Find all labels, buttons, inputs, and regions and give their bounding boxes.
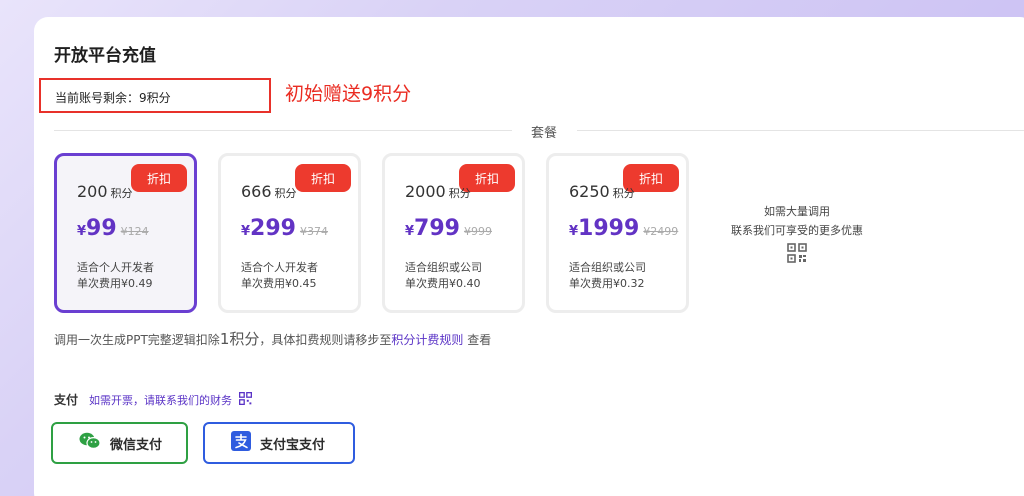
alipay-button[interactable]: 支付宝支付 xyxy=(203,422,355,464)
alipay-label: 支付宝支付 xyxy=(260,437,326,453)
plan-card-2000[interactable]: 折扣 2000 积分 ¥799 ¥999 适合组织或公司 单次费用¥0.40 xyxy=(382,153,525,313)
original-price: ¥374 xyxy=(299,225,328,238)
plan-credits: 666 积分 xyxy=(241,182,297,201)
payment-label: 支付 xyxy=(54,393,79,407)
plan-price: ¥99 ¥124 xyxy=(77,216,149,241)
plan-description: 适合个人开发者 单次费用¥0.45 xyxy=(241,261,318,290)
divider-right xyxy=(577,130,1024,131)
plan-price: ¥1999 ¥2499 xyxy=(569,216,679,241)
original-price: ¥124 xyxy=(120,225,149,238)
plan-credits: 6250 积分 xyxy=(569,182,635,201)
section-label-packages: 套餐 xyxy=(531,126,558,141)
wechat-pay-button[interactable]: 微信支付 xyxy=(51,422,188,464)
discount-badge: 折扣 xyxy=(295,164,351,192)
plan-price: ¥799 ¥999 xyxy=(405,216,492,241)
qr-code-icon[interactable] xyxy=(787,243,807,269)
plan-credits: 2000 积分 xyxy=(405,182,471,201)
remaining-credits-highlight: 当前账号剩余：9积分 xyxy=(39,78,271,113)
invoice-note[interactable]: 如需开票，请联系我们的财务 xyxy=(89,392,252,408)
plan-description: 适合组织或公司 单次费用¥0.32 xyxy=(569,261,646,290)
divider-left xyxy=(54,130,512,131)
bulk-line-2: 联系我们可享受的更多优惠 xyxy=(731,224,863,237)
billing-rule-link[interactable]: 积分计费规则 xyxy=(391,333,463,347)
page-title: 开放平台充值 xyxy=(54,46,156,66)
remaining-credits-label: 当前账号剩余：9积分 xyxy=(55,91,171,105)
recharge-panel: 开放平台充值 当前账号剩余：9积分 初始赠送9积分 套餐 折扣 200 积分 ¥9… xyxy=(34,17,1024,496)
bulk-contact: 如需大量调用 联系我们可享受的更多优惠 xyxy=(712,202,882,269)
plan-price: ¥299 ¥374 xyxy=(241,216,328,241)
original-price: ¥2499 xyxy=(643,225,679,238)
qr-code-icon[interactable] xyxy=(239,392,252,408)
billing-rule-text: 调用一次生成PPT完整逻辑扣除1积分，具体扣费规则请移步至积分计费规则 查看 xyxy=(54,330,492,348)
discount-badge: 折扣 xyxy=(131,164,187,192)
plan-credits: 200 积分 xyxy=(77,182,133,201)
gift-note-annotation: 初始赠送9积分 xyxy=(285,83,412,105)
plan-description: 适合组织或公司 单次费用¥0.40 xyxy=(405,261,482,290)
wechat-pay-label: 微信支付 xyxy=(110,437,163,453)
plan-card-6250[interactable]: 折扣 6250 积分 ¥1999 ¥2499 适合组织或公司 单次费用¥0.32 xyxy=(546,153,689,313)
original-price: ¥999 xyxy=(463,225,492,238)
alipay-icon xyxy=(231,431,251,455)
bulk-line-1: 如需大量调用 xyxy=(764,205,830,218)
plan-card-666[interactable]: 折扣 666 积分 ¥299 ¥374 适合个人开发者 单次费用¥0.45 xyxy=(218,153,361,313)
plan-description: 适合个人开发者 单次费用¥0.49 xyxy=(77,261,154,290)
wechat-icon xyxy=(79,432,101,454)
plan-card-200[interactable]: 折扣 200 积分 ¥99 ¥124 适合个人开发者 单次费用¥0.49 xyxy=(54,153,197,313)
